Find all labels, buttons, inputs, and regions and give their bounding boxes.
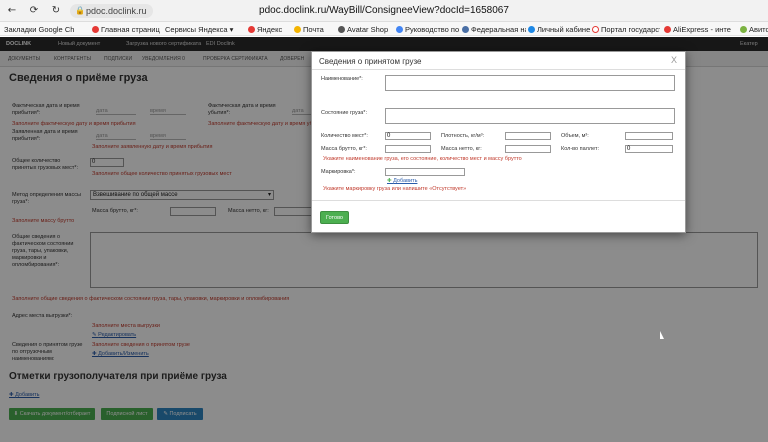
- cargo-state-label: Состояние груза*:: [321, 110, 367, 116]
- bookmark-item[interactable]: Личный кабинет: [528, 24, 590, 35]
- modal-net-label: Масса нетто, кг:: [441, 146, 482, 152]
- bookmark-item[interactable]: AliExpress - инте: [664, 24, 738, 35]
- marking-error: Укажите маркировку груза или напишите «О…: [323, 186, 467, 192]
- bookmark-item[interactable]: Сервисы Яндекса ▾: [165, 24, 245, 35]
- cargo-name-label: Наименование*:: [321, 76, 363, 82]
- gosuslugi-icon: [592, 26, 599, 33]
- close-icon[interactable]: X: [671, 55, 677, 65]
- cargo-name-input[interactable]: [385, 75, 675, 91]
- accepted-cargo-modal: Сведения о принятом грузе X Наименование…: [311, 51, 686, 233]
- avatar-shop-icon: [338, 26, 345, 33]
- marking-label: Маркировка*:: [321, 169, 356, 175]
- bookmark-item[interactable]: Портал государст: [592, 24, 660, 35]
- cargo-state-input[interactable]: [385, 108, 675, 124]
- bookmark-item[interactable]: Avatar Shop: [338, 24, 394, 35]
- density-input[interactable]: [505, 132, 551, 140]
- yandex-icon: [92, 26, 99, 33]
- aliexpress-icon: [664, 26, 671, 33]
- modal-main-error: Укажите наименование груза, его состояни…: [323, 156, 522, 162]
- modal-title: Сведения о принятом грузе: [319, 57, 422, 66]
- modal-header: Сведения о принятом грузе X: [312, 52, 685, 70]
- modal-gross-input[interactable]: [385, 145, 431, 153]
- bookmark-item[interactable]: Главная страница: [92, 24, 160, 35]
- bookmark-item[interactable]: Закладки Google Ch: [4, 24, 88, 35]
- pallets-input[interactable]: 0: [625, 145, 673, 153]
- bookmark-item[interactable]: Авито: [740, 24, 768, 35]
- tax-service-icon: [462, 26, 469, 33]
- done-button[interactable]: Готово: [320, 211, 349, 224]
- bookmark-item[interactable]: Руководство по э: [396, 24, 460, 35]
- address-bar[interactable]: pdoc.doclink.ru/WayBill/ConsigneeView?do…: [0, 5, 768, 16]
- density-label: Плотность, кг/м³:: [441, 133, 485, 139]
- bookmark-item[interactable]: Почта: [294, 24, 336, 35]
- modal-gross-label: Масса брутто, кг*:: [321, 146, 367, 152]
- volume-label: Объем, м³:: [561, 133, 589, 139]
- pallets-label: Кол-во паллет:: [561, 146, 600, 152]
- qty-input[interactable]: 0: [385, 132, 431, 140]
- mouse-cursor: [660, 331, 668, 339]
- volume-input[interactable]: [625, 132, 673, 140]
- yandex-icon: [248, 26, 255, 33]
- add-marking-link[interactable]: ✚ Добавить: [387, 178, 417, 184]
- bookmark-item[interactable]: Федеральная нал: [462, 24, 526, 35]
- browser-toolbar: ← ⟳ ↻ 🔒 pdoc.doclink.ru pdoc.doclink.ru/…: [0, 0, 768, 22]
- bookmarks-bar: Закладки Google Ch Главная страница Серв…: [0, 22, 768, 36]
- modal-net-input[interactable]: [505, 145, 551, 153]
- guide-icon: [396, 26, 403, 33]
- avito-icon: [740, 26, 747, 33]
- marking-input[interactable]: [385, 168, 465, 176]
- modal-footer-divider: [312, 200, 685, 201]
- bookmark-item[interactable]: Яндекс: [248, 24, 292, 35]
- cabinet-icon: [528, 26, 535, 33]
- mail-icon: [294, 26, 301, 33]
- qty-label: Количество мест*:: [321, 133, 368, 139]
